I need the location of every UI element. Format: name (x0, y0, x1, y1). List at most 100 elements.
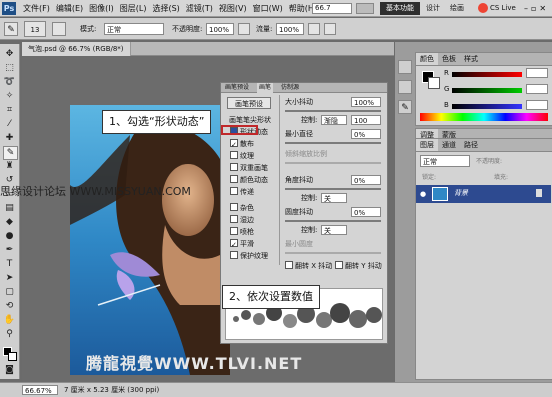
dual-brush-checkbox[interactable] (230, 163, 238, 171)
crop-tool-icon[interactable]: ⌗ (3, 104, 16, 116)
layer-visibility-eye-icon[interactable]: ● (420, 190, 426, 198)
tab-layers[interactable]: 图层 (416, 139, 438, 151)
dock-icon-history[interactable] (398, 60, 412, 74)
texture-checkbox[interactable] (230, 151, 238, 159)
tab-styles[interactable]: 样式 (460, 53, 482, 65)
noise-checkbox[interactable] (230, 203, 238, 211)
option-smoothing[interactable]: ✓ 平滑 (230, 239, 254, 249)
menu-window[interactable]: 窗口(W) (250, 0, 286, 17)
channel-g-input[interactable] (526, 84, 548, 94)
angle-jitter-input[interactable]: 0% (351, 175, 381, 185)
workspace-design-button[interactable]: 设计 (426, 2, 440, 15)
cs-live-button[interactable]: CS Live (490, 2, 516, 15)
min-diameter-input[interactable]: 0% (351, 129, 381, 139)
option-dual-brush[interactable]: 双重画笔 (230, 163, 268, 173)
blend-mode-select[interactable]: 正常 (420, 155, 470, 167)
quick-select-tool-icon[interactable]: ✧ (3, 90, 16, 102)
channel-r-input[interactable] (526, 68, 548, 78)
workspace-essentials-button[interactable]: 基本功能 (380, 2, 420, 15)
status-zoom[interactable]: 66.67% (22, 385, 58, 395)
tab-paths[interactable]: 路径 (460, 139, 482, 151)
size-jitter-input[interactable]: 100% (351, 97, 381, 107)
hand-tool-icon[interactable]: ✋ (3, 314, 16, 326)
channel-b-input[interactable] (526, 100, 548, 110)
menu-edit[interactable]: 编辑(E) (53, 0, 86, 17)
color-ramp[interactable] (420, 113, 548, 121)
channel-b-slider[interactable] (452, 104, 522, 109)
workspace-painting-button[interactable]: 绘画 (450, 2, 464, 15)
type-tool-icon[interactable]: T (3, 258, 16, 270)
eyedropper-tool-icon[interactable]: ⁄ (3, 118, 16, 130)
tab-brush[interactable]: 画笔 (257, 83, 274, 93)
flow-input[interactable]: 100% (276, 23, 304, 35)
wet-edges-checkbox[interactable] (230, 215, 238, 223)
document-photo[interactable] (70, 105, 230, 375)
zoom-tool-icon[interactable]: ⚲ (3, 328, 16, 340)
zoom-field[interactable]: 66.7 (312, 3, 352, 14)
flip-y-checkbox[interactable] (335, 261, 343, 269)
dock-icon-actions[interactable] (398, 80, 412, 94)
quick-mask-icon[interactable]: ◙ (3, 364, 16, 376)
background-color-swatch[interactable] (8, 352, 17, 361)
menu-view[interactable]: 视图(V) (216, 0, 250, 17)
control-select-1[interactable]: 渐隐 (321, 115, 347, 125)
brush-tool-icon[interactable]: ✎ (4, 22, 18, 36)
menu-image[interactable]: 图像(I) (86, 0, 117, 17)
lasso-tool-icon[interactable]: ➰ (3, 76, 16, 88)
option-airbrush[interactable]: 喷枪 (230, 227, 254, 237)
tab-clone-source[interactable]: 仿制源 (281, 83, 299, 93)
path-select-tool-icon[interactable]: ➤ (3, 272, 16, 284)
flip-y-option[interactable]: 翻转 Y 抖动 (335, 261, 382, 271)
tab-color[interactable]: 颜色 (416, 53, 438, 65)
tab-swatches[interactable]: 色板 (438, 53, 460, 65)
healing-tool-icon[interactable]: ✚ (3, 132, 16, 144)
option-wet-edges[interactable]: 湿边 (230, 215, 254, 225)
fade-steps-input[interactable]: 100 (351, 115, 381, 125)
opacity-input[interactable]: 100% (206, 23, 234, 35)
protect-texture-checkbox[interactable] (230, 251, 238, 259)
color-dynamics-checkbox[interactable] (230, 175, 238, 183)
tab-brush-presets[interactable]: 画笔预设 (225, 83, 249, 93)
option-transfer[interactable]: 传递 (230, 187, 254, 197)
smoothing-checkbox[interactable]: ✓ (230, 239, 238, 249)
dock-brush-icon[interactable]: ✎ (398, 100, 412, 114)
clone-stamp-tool-icon[interactable]: ♜ (3, 160, 16, 172)
roundness-jitter-input[interactable]: 0% (351, 207, 381, 217)
mode-select[interactable]: 正常 (104, 23, 164, 35)
pressure-opacity-button[interactable] (238, 23, 250, 35)
angle-jitter-slider[interactable] (285, 188, 381, 190)
menu-layer[interactable]: 图层(L) (117, 0, 150, 17)
channel-g-slider[interactable] (452, 88, 522, 93)
control-select-3[interactable]: 关 (321, 225, 347, 235)
blur-tool-icon[interactable]: ◆ (3, 216, 16, 228)
gradient-tool-icon[interactable]: ▤ (3, 202, 16, 214)
option-noise[interactable]: 杂色 (230, 203, 254, 213)
brush-tool-active-icon[interactable]: ✎ (3, 146, 18, 160)
option-color-dynamics[interactable]: 颜色动态 (230, 175, 268, 185)
brush-tip-shape-item[interactable]: 画笔笔尖形状 (229, 115, 271, 125)
flip-x-checkbox[interactable] (285, 261, 293, 269)
3d-rotate-tool-icon[interactable]: ⟲ (3, 300, 16, 312)
move-tool-icon[interactable]: ✥ (3, 48, 16, 60)
brush-preset-picker[interactable]: 13 (24, 21, 46, 37)
marquee-tool-icon[interactable]: ⬚ (3, 62, 16, 74)
pressure-size-button[interactable] (324, 23, 336, 35)
tilt-scale-slider[interactable] (285, 162, 381, 164)
layer-name[interactable]: 背景 (454, 188, 468, 198)
control-select-2[interactable]: 关 (321, 193, 347, 203)
size-jitter-slider[interactable] (285, 110, 381, 112)
menu-select[interactable]: 选择(S) (149, 0, 182, 17)
min-diameter-slider[interactable] (285, 142, 381, 144)
airbrush-button[interactable] (308, 23, 320, 35)
scatter-checkbox[interactable]: ✓ (230, 139, 238, 149)
window-controls[interactable]: –▫✕ (524, 2, 549, 15)
menu-filter[interactable]: 滤镜(T) (183, 0, 216, 17)
screen-mode-button[interactable] (356, 3, 374, 14)
brush-presets-button[interactable]: 画笔预设 (227, 97, 271, 109)
toggle-brush-panel-button[interactable] (52, 22, 66, 36)
option-protect-texture[interactable]: 保护纹理 (230, 251, 268, 261)
dodge-tool-icon[interactable]: ● (3, 230, 16, 242)
option-scatter[interactable]: ✓ 散布 (230, 139, 254, 149)
channel-r-slider[interactable] (452, 72, 522, 77)
bg-color-swatch[interactable] (428, 77, 440, 89)
